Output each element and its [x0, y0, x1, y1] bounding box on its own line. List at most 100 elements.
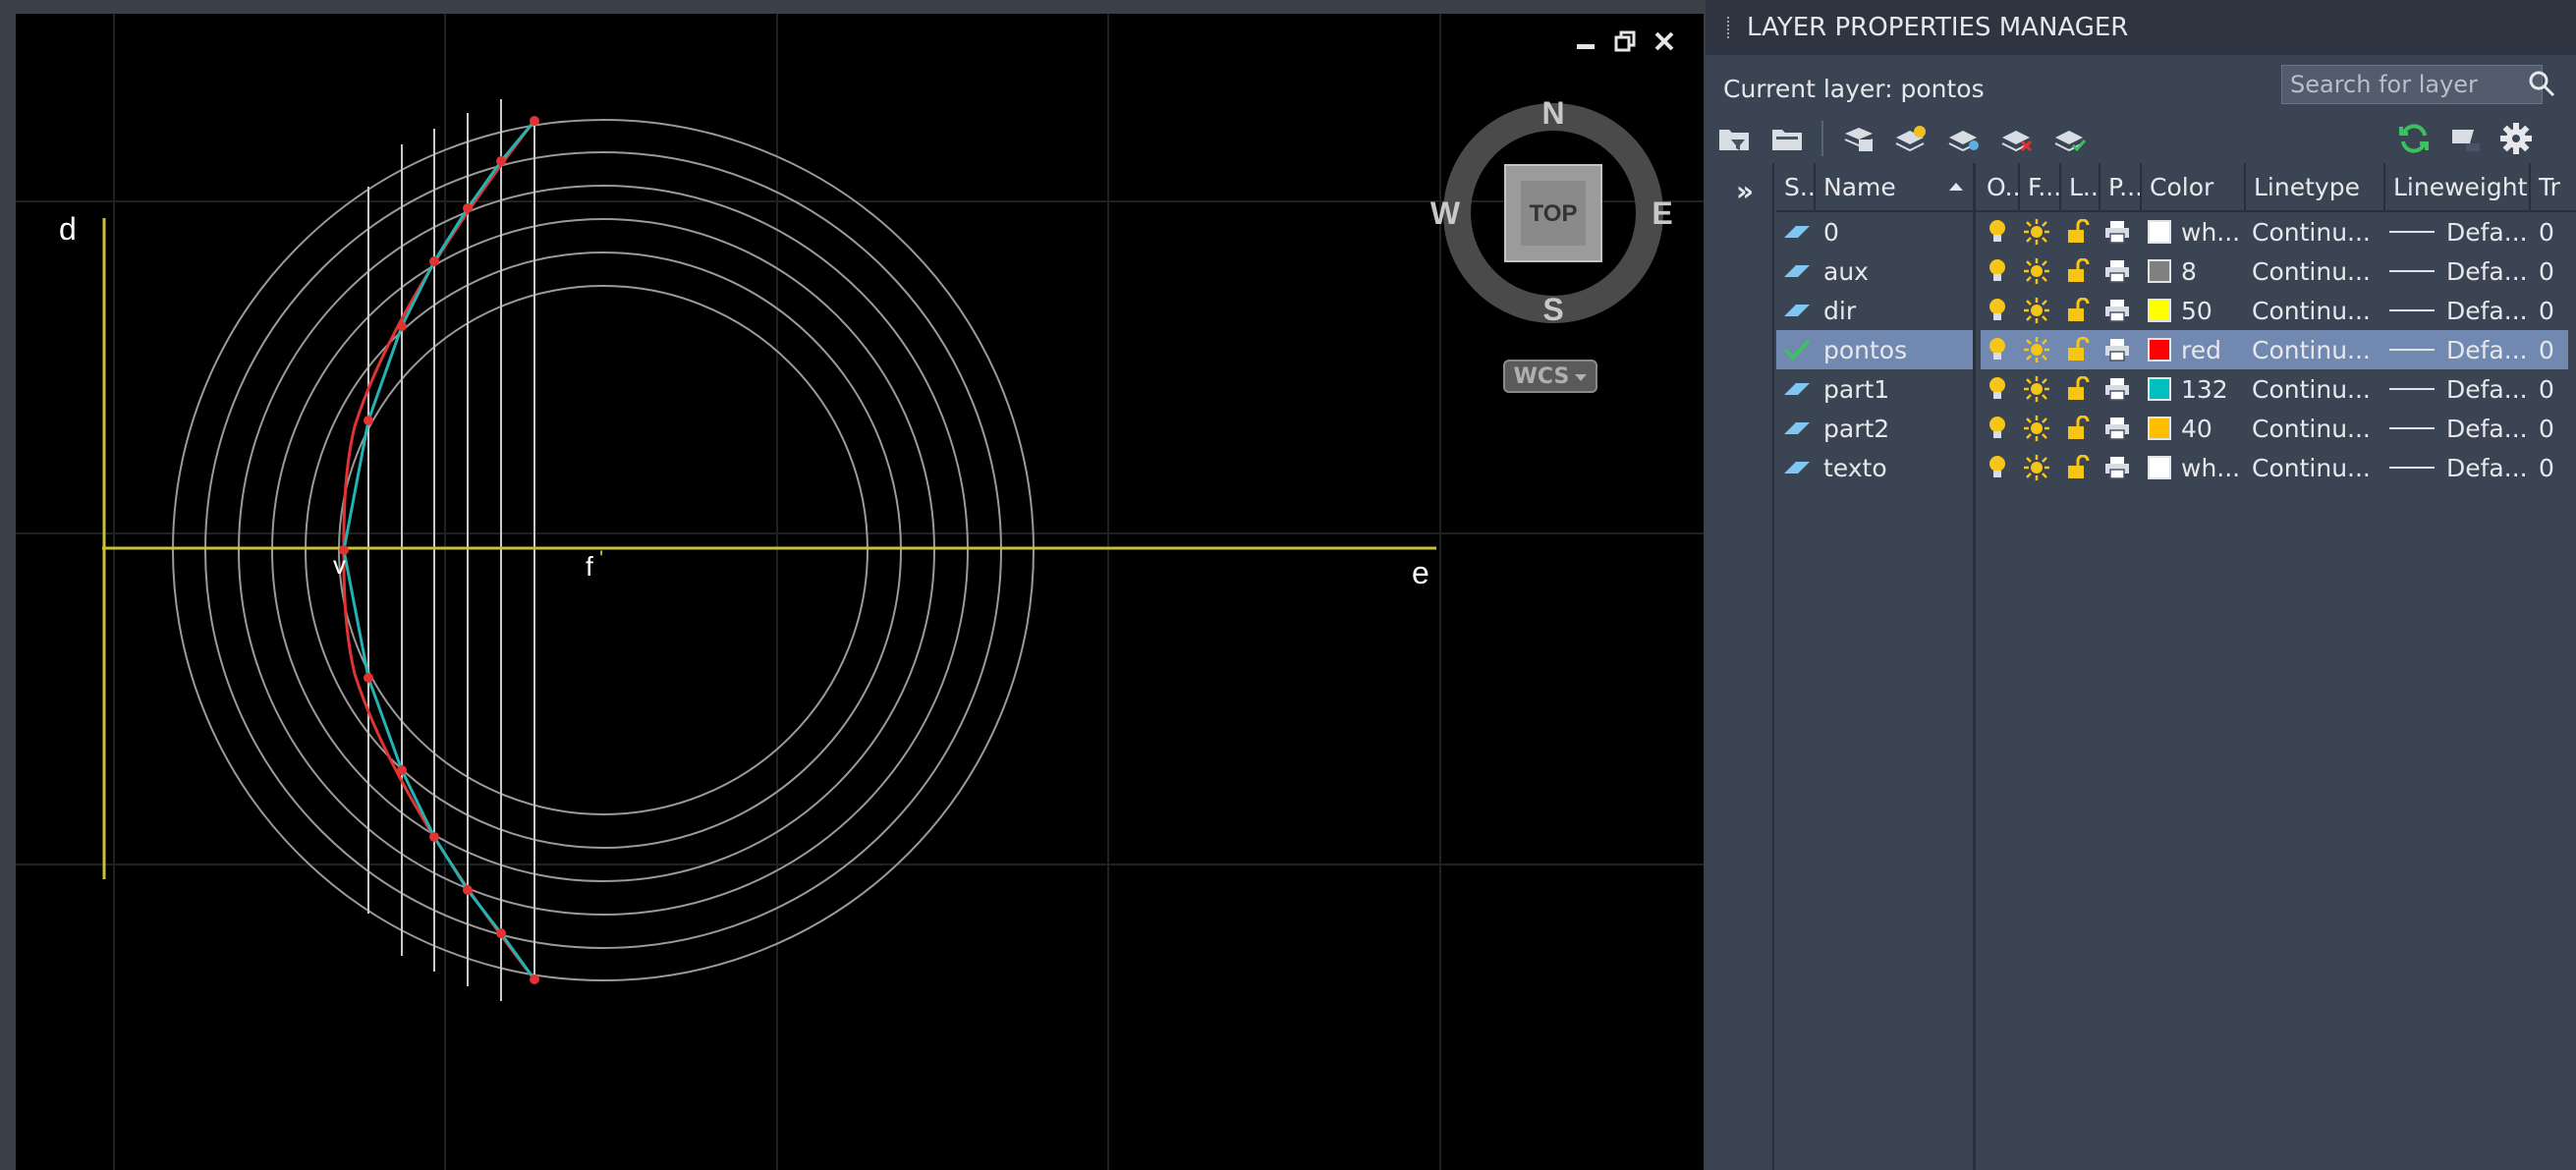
lightbulb-icon[interactable]	[1983, 291, 2018, 330]
delete-layer-icon[interactable]	[1998, 120, 2036, 157]
layer-linetype[interactable]: Continu...	[2252, 212, 2383, 251]
search-input[interactable]: Search for layer	[2281, 65, 2543, 104]
layer-color[interactable]: 40	[2148, 409, 2244, 448]
lock-open-icon[interactable]	[2063, 251, 2099, 291]
viewcube[interactable]: TOP N S E W	[1430, 88, 1676, 334]
layer-lineweight[interactable]: Defa...	[2389, 409, 2529, 448]
layer-icon[interactable]	[1782, 369, 1816, 409]
lightbulb-icon[interactable]	[1983, 251, 2018, 291]
layer-color[interactable]: 8	[2148, 251, 2244, 291]
new-layer-icon[interactable]	[1892, 120, 1930, 157]
layer-name[interactable]: texto	[1823, 448, 1971, 487]
layer-icon[interactable]	[1782, 448, 1816, 487]
settings-menu-icon[interactable]	[2446, 120, 2484, 157]
layer-color[interactable]: red	[2148, 330, 2244, 369]
lightbulb-icon[interactable]	[1983, 409, 2018, 448]
lightbulb-icon[interactable]	[1983, 330, 2018, 369]
sun-icon[interactable]	[2022, 291, 2057, 330]
printer-icon[interactable]	[2102, 291, 2138, 330]
col-transparency[interactable]: Tr	[2531, 163, 2576, 210]
lock-open-icon[interactable]	[2063, 291, 2099, 330]
layer-states-manager-icon[interactable]	[1839, 120, 1876, 157]
layer-color[interactable]: 132	[2148, 369, 2244, 409]
lightbulb-icon[interactable]	[1983, 448, 2018, 487]
layer-name[interactable]: aux	[1823, 251, 1971, 291]
layer-name[interactable]: 0	[1823, 212, 1971, 251]
layer-lineweight[interactable]: Defa...	[2389, 369, 2529, 409]
layer-lineweight[interactable]: Defa...	[2389, 330, 2529, 369]
compass-west[interactable]: W	[1430, 195, 1461, 231]
printer-icon[interactable]	[2102, 212, 2138, 251]
col-plot[interactable]: P...	[2100, 163, 2142, 210]
col-on[interactable]: O...	[1979, 163, 2020, 210]
printer-icon[interactable]	[2102, 448, 2138, 487]
layer-row[interactable]: part2 40 Continu... Defa... 0	[1776, 409, 2576, 448]
layer-transparency[interactable]: 0	[2539, 369, 2568, 409]
layer-linetype[interactable]: Continu...	[2252, 369, 2383, 409]
layer-row[interactable]: pontos red Continu... Defa... 0	[1776, 330, 2576, 369]
printer-icon[interactable]	[2102, 369, 2138, 409]
col-linetype[interactable]: Linetype	[2246, 163, 2385, 210]
layer-row[interactable]: texto wh... Continu... Defa... 0	[1776, 448, 2576, 487]
layer-name[interactable]: part2	[1823, 409, 1971, 448]
sun-icon[interactable]	[2022, 212, 2057, 251]
layer-transparency[interactable]: 0	[2539, 212, 2568, 251]
layer-row[interactable]: aux 8 Continu... Defa... 0	[1776, 251, 2576, 291]
layer-lineweight[interactable]: Defa...	[2389, 251, 2529, 291]
layer-transparency[interactable]: 0	[2539, 330, 2568, 369]
layer-lineweight[interactable]: Defa...	[2389, 212, 2529, 251]
layer-transparency[interactable]: 0	[2539, 251, 2568, 291]
layer-icon[interactable]	[1782, 291, 1816, 330]
layer-color[interactable]: 50	[2148, 291, 2244, 330]
printer-icon[interactable]	[2102, 409, 2138, 448]
layer-color[interactable]: wh...	[2148, 448, 2244, 487]
sun-icon[interactable]	[2022, 448, 2057, 487]
lock-open-icon[interactable]	[2063, 448, 2099, 487]
palette-title-bar[interactable]: LAYER PROPERTIES MANAGER	[1706, 0, 2576, 55]
printer-icon[interactable]	[2102, 251, 2138, 291]
col-status[interactable]: S...	[1776, 163, 1816, 210]
layer-row[interactable]: part1 132 Continu... Defa... 0	[1776, 369, 2576, 409]
sun-icon[interactable]	[2022, 369, 2057, 409]
layer-linetype[interactable]: Continu...	[2252, 330, 2383, 369]
layer-linetype[interactable]: Continu...	[2252, 448, 2383, 487]
printer-icon[interactable]	[2102, 330, 2138, 369]
col-lock[interactable]: L...	[2061, 163, 2100, 210]
compass-east[interactable]: E	[1652, 195, 1672, 231]
layer-color[interactable]: wh...	[2148, 212, 2244, 251]
current-layer-check-icon[interactable]	[1782, 330, 1816, 369]
layer-linetype[interactable]: Continu...	[2252, 291, 2383, 330]
grip-handle-icon[interactable]	[1727, 17, 1733, 38]
layer-lineweight[interactable]: Defa...	[2389, 448, 2529, 487]
layer-name[interactable]: pontos	[1823, 330, 1971, 369]
layer-row[interactable]: dir 50 Continu... Defa... 0	[1776, 291, 2576, 330]
search-icon[interactable]	[2527, 69, 2556, 98]
layer-icon[interactable]	[1782, 409, 1816, 448]
lock-open-icon[interactable]	[2063, 330, 2099, 369]
refresh-icon[interactable]	[2395, 120, 2433, 157]
minimize-icon[interactable]	[1572, 28, 1599, 55]
layer-transparency[interactable]: 0	[2539, 448, 2568, 487]
new-group-filter-icon[interactable]	[1768, 120, 1806, 157]
col-freeze[interactable]: F...	[2020, 163, 2061, 210]
lock-open-icon[interactable]	[2063, 369, 2099, 409]
layer-linetype[interactable]: Continu...	[2252, 409, 2383, 448]
layer-linetype[interactable]: Continu...	[2252, 251, 2383, 291]
layer-icon[interactable]	[1782, 212, 1816, 251]
gear-icon[interactable]	[2497, 120, 2535, 157]
col-color[interactable]: Color	[2142, 163, 2246, 210]
close-icon[interactable]	[1651, 28, 1678, 55]
layer-icon[interactable]	[1782, 251, 1816, 291]
layer-transparency[interactable]: 0	[2539, 409, 2568, 448]
restore-icon[interactable]	[1611, 28, 1639, 55]
expand-filter-pane-button[interactable]: »	[1727, 173, 1763, 208]
drawing-viewport[interactable]: d v f ' e TOP N S E W WCS	[16, 14, 1704, 1170]
layer-lineweight[interactable]: Defa...	[2389, 291, 2529, 330]
sun-icon[interactable]	[2022, 330, 2057, 369]
lock-open-icon[interactable]	[2063, 409, 2099, 448]
lightbulb-icon[interactable]	[1983, 369, 2018, 409]
new-property-filter-icon[interactable]	[1715, 120, 1753, 157]
lightbulb-icon[interactable]	[1983, 212, 2018, 251]
sun-icon[interactable]	[2022, 409, 2057, 448]
col-lineweight[interactable]: Lineweight	[2385, 163, 2531, 210]
